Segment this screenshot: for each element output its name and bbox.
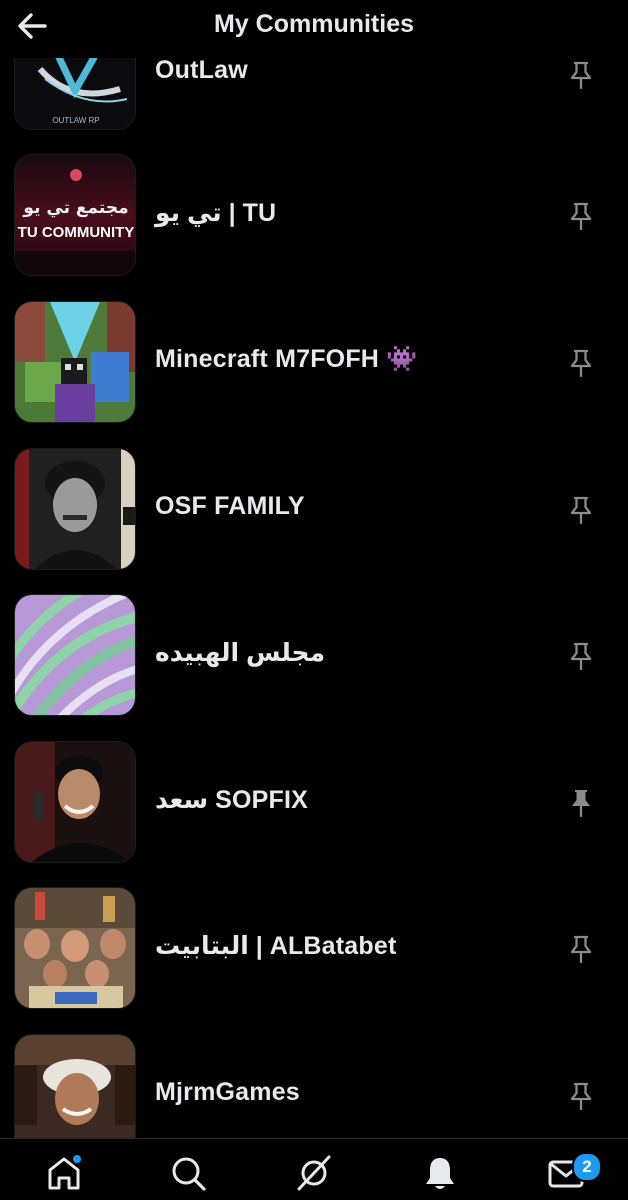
pin-icon[interactable] <box>567 348 595 378</box>
community-avatar: مجتمع تي يو TU COMMUNITY <box>14 154 136 276</box>
community-avatar-text: مجتمع تي يو <box>22 198 128 218</box>
home-notification-dot <box>73 1155 81 1163</box>
community-avatar <box>14 448 136 570</box>
page-title: My Communities <box>213 10 415 38</box>
community-name: مجلس الهبيده <box>155 639 326 667</box>
community-name: OSF FAMILY <box>155 492 305 520</box>
bottom-tab-bar <box>0 1138 628 1200</box>
messages-badge: 2 <box>572 1152 602 1182</box>
community-avatar <box>14 301 136 423</box>
community-avatar <box>14 741 136 863</box>
community-name: OutLaw <box>155 56 248 84</box>
top-header: My Communities <box>0 0 628 58</box>
community-avatar <box>14 594 136 716</box>
community-avatar-text: OUTLAW RP <box>52 116 99 125</box>
pin-icon[interactable] <box>567 495 595 525</box>
bell-icon[interactable] <box>420 1153 460 1193</box>
community-row[interactable]: مجلس الهبيده <box>0 594 628 716</box>
community-name: Minecraft M7FOFH 👾 <box>155 345 418 373</box>
search-icon[interactable] <box>168 1153 208 1193</box>
community-name: تي يو | TU <box>155 199 277 227</box>
community-name: MjrmGames <box>155 1078 300 1106</box>
pin-icon[interactable] <box>567 60 595 90</box>
community-row[interactable]: Minecraft M7FOFH 👾 <box>0 301 628 423</box>
pin-filled-icon[interactable] <box>567 788 595 818</box>
grok-icon[interactable] <box>294 1153 334 1193</box>
community-row[interactable]: سعد SOPFIX <box>0 741 628 863</box>
community-name: البتابيت | ALBatabet <box>155 932 397 960</box>
community-avatar <box>14 887 136 1009</box>
community-row[interactable]: OSF FAMILY <box>0 448 628 570</box>
community-name: سعد SOPFIX <box>155 786 308 814</box>
pin-icon[interactable] <box>567 201 595 231</box>
pin-icon[interactable] <box>567 934 595 964</box>
community-row[interactable]: مجتمع تي يو TU COMMUNITY تي يو | TU <box>0 154 628 276</box>
pin-icon[interactable] <box>567 1081 595 1111</box>
community-avatar-text: TU COMMUNITY <box>18 224 135 241</box>
community-row[interactable]: البتابيت | ALBatabet <box>0 887 628 1009</box>
pin-icon[interactable] <box>567 641 595 671</box>
